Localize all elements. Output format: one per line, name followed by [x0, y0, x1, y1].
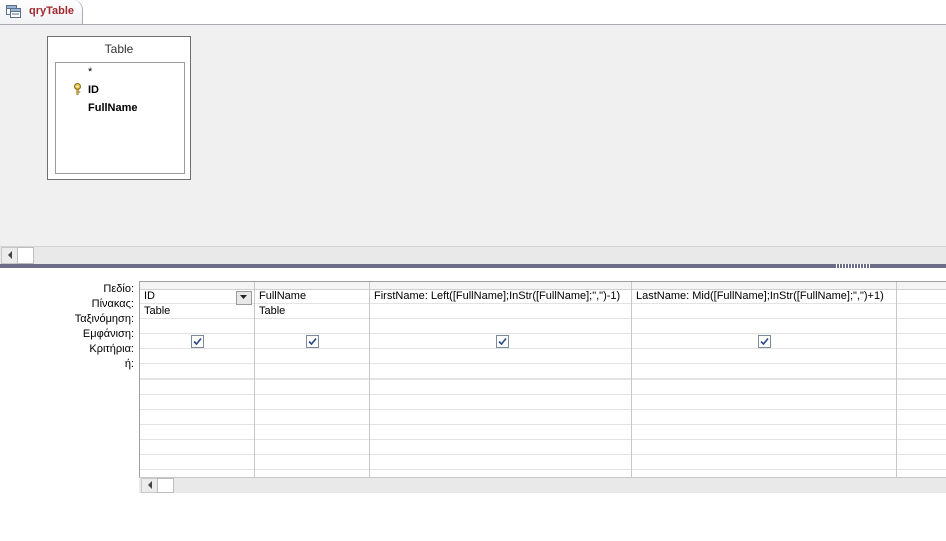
show-cell[interactable] [255, 334, 369, 349]
field-cell[interactable] [897, 289, 946, 304]
grid-column-2[interactable]: FullName Table [255, 282, 370, 478]
grid-column-3[interactable]: FirstName: Left([FullName];InStr([FullNa… [370, 282, 632, 478]
sort-cell[interactable] [632, 319, 896, 334]
field-dropdown-button[interactable] [236, 291, 252, 305]
sort-cell[interactable] [897, 319, 946, 334]
criteria-cell[interactable] [140, 349, 254, 364]
row-label-field: Πεδίο: [103, 283, 134, 295]
sort-cell[interactable] [370, 319, 631, 334]
scroll-thumb[interactable] [157, 478, 174, 493]
row-label-table: Πίνακας: [91, 298, 134, 310]
field-id[interactable]: ID [88, 84, 99, 96]
or-cell[interactable] [632, 364, 896, 379]
show-checkbox[interactable] [758, 335, 771, 348]
scroll-thumb[interactable] [17, 247, 34, 264]
grid-column-4[interactable]: LastName: Mid([FullName];InStr([FullName… [632, 282, 897, 478]
show-cell[interactable] [632, 334, 896, 349]
or-cell[interactable] [140, 364, 254, 379]
field-fullname[interactable]: FullName [88, 102, 138, 114]
row-label-or: ή: [124, 358, 134, 370]
query-icon [6, 5, 21, 18]
grid-row-labels: Πεδίο: Πίνακας: Ταξινόμηση: Εμφάνιση: Κρ… [0, 282, 134, 372]
row-label-criteria: Κριτήρια: [89, 343, 134, 355]
grid-column-5[interactable] [897, 282, 946, 478]
or-cell[interactable] [370, 364, 631, 379]
show-checkbox[interactable] [306, 335, 319, 348]
criteria-cell[interactable] [897, 349, 946, 364]
query-design-surface[interactable]: Table * ID FullName [0, 25, 946, 246]
sort-cell[interactable] [255, 319, 369, 334]
query-design-grid-pane: Πεδίο: Πίνακας: Ταξινόμηση: Εμφάνιση: Κρ… [0, 268, 946, 541]
table-title[interactable]: Table [48, 42, 190, 56]
tab-qrytable[interactable]: qryTable [0, 0, 83, 24]
show-checkbox[interactable] [496, 335, 509, 348]
show-cell[interactable] [370, 334, 631, 349]
criteria-cell[interactable] [632, 349, 896, 364]
field-cell[interactable]: LastName: Mid([FullName];InStr([FullName… [632, 289, 896, 304]
table-cell[interactable] [370, 304, 631, 319]
table-field-list-window[interactable]: Table * ID FullName [47, 36, 191, 180]
table-cell[interactable]: Table [255, 304, 369, 319]
scroll-left-button[interactable] [141, 478, 158, 493]
criteria-cell[interactable] [255, 349, 369, 364]
design-surface-horizontal-scrollbar[interactable] [0, 246, 946, 264]
field-all[interactable]: * [88, 66, 92, 78]
grid-column-1[interactable]: ID Table [140, 282, 255, 478]
scroll-left-button[interactable] [1, 247, 18, 264]
show-cell[interactable] [897, 334, 946, 349]
tab-label: qryTable [29, 5, 75, 17]
grid-horizontal-scrollbar[interactable] [139, 477, 946, 493]
table-cell[interactable]: Table [140, 304, 254, 319]
key-icon [73, 83, 82, 95]
row-label-sort: Ταξινόμηση: [74, 313, 134, 325]
show-checkbox[interactable] [191, 335, 204, 348]
row-label-show: Εμφάνιση: [82, 328, 134, 340]
criteria-cell[interactable] [370, 349, 631, 364]
or-cell[interactable] [897, 364, 946, 379]
field-cell[interactable]: FirstName: Left([FullName];InStr([FullNa… [370, 289, 631, 304]
table-cell[interactable] [632, 304, 896, 319]
sort-cell[interactable] [140, 319, 254, 334]
table-cell[interactable] [897, 304, 946, 319]
show-cell[interactable] [140, 334, 254, 349]
qbe-grid[interactable]: ID Table FullName Table FirstName: Left(… [139, 281, 946, 478]
document-tab-strip: qryTable [0, 0, 946, 25]
field-cell[interactable]: FullName [255, 289, 369, 304]
or-cell[interactable] [255, 364, 369, 379]
field-list: * ID FullName [55, 62, 185, 174]
